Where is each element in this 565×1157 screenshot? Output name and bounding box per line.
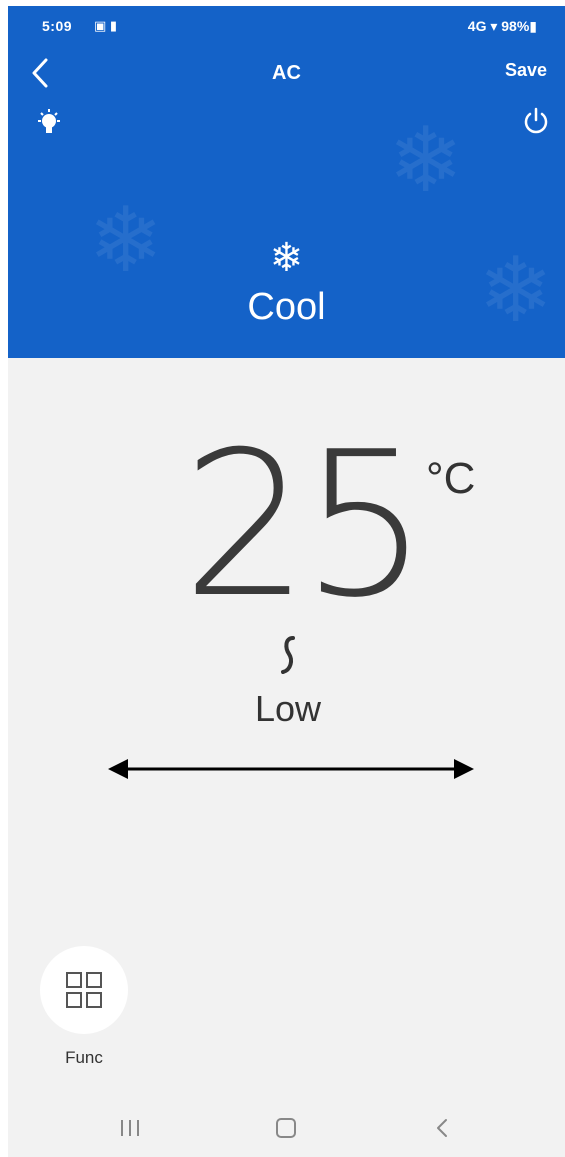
back-icon[interactable] (432, 1116, 452, 1140)
light-bulb-icon[interactable] (36, 108, 62, 138)
horizontal-swing-arrow-icon[interactable] (106, 754, 476, 784)
snowflake-decoration-icon: ❄ (388, 111, 464, 211)
status-time: 5:09 (42, 18, 73, 34)
temperature-value[interactable]: 25 (182, 426, 428, 626)
fan-speed-label[interactable]: Low (228, 688, 348, 730)
mode-label: Cool (247, 286, 326, 328)
temperature-unit: °C (426, 454, 476, 503)
page-title: AC (272, 62, 301, 84)
grid-icon (66, 972, 102, 1008)
ac-control-screen: ❄ ❄ ❄ 5:09 ▣ ▮ 4G ▾ 98%▮ AC Save ❄ Cool … (8, 6, 565, 1157)
status-notification-icons: ▣ ▮ (94, 18, 118, 33)
fan-speed-icon[interactable] (273, 634, 303, 678)
system-navigation-bar (8, 1098, 565, 1157)
power-icon[interactable] (521, 106, 551, 136)
save-button[interactable]: Save (505, 60, 547, 81)
func-button[interactable] (40, 946, 128, 1034)
home-icon[interactable] (274, 1116, 298, 1140)
status-bar: 5:09 ▣ ▮ 4G ▾ 98%▮ (8, 6, 565, 46)
func-label: Func (65, 1048, 103, 1067)
status-signal-battery: 4G ▾ 98%▮ (467, 18, 537, 34)
snowflake-icon: ❄ (269, 236, 304, 280)
mode-selector[interactable]: ❄ Cool (8, 236, 565, 330)
header-panel: ❄ ❄ ❄ 5:09 ▣ ▮ 4G ▾ 98%▮ AC Save ❄ Cool (8, 6, 565, 358)
recent-apps-icon[interactable] (116, 1116, 144, 1140)
